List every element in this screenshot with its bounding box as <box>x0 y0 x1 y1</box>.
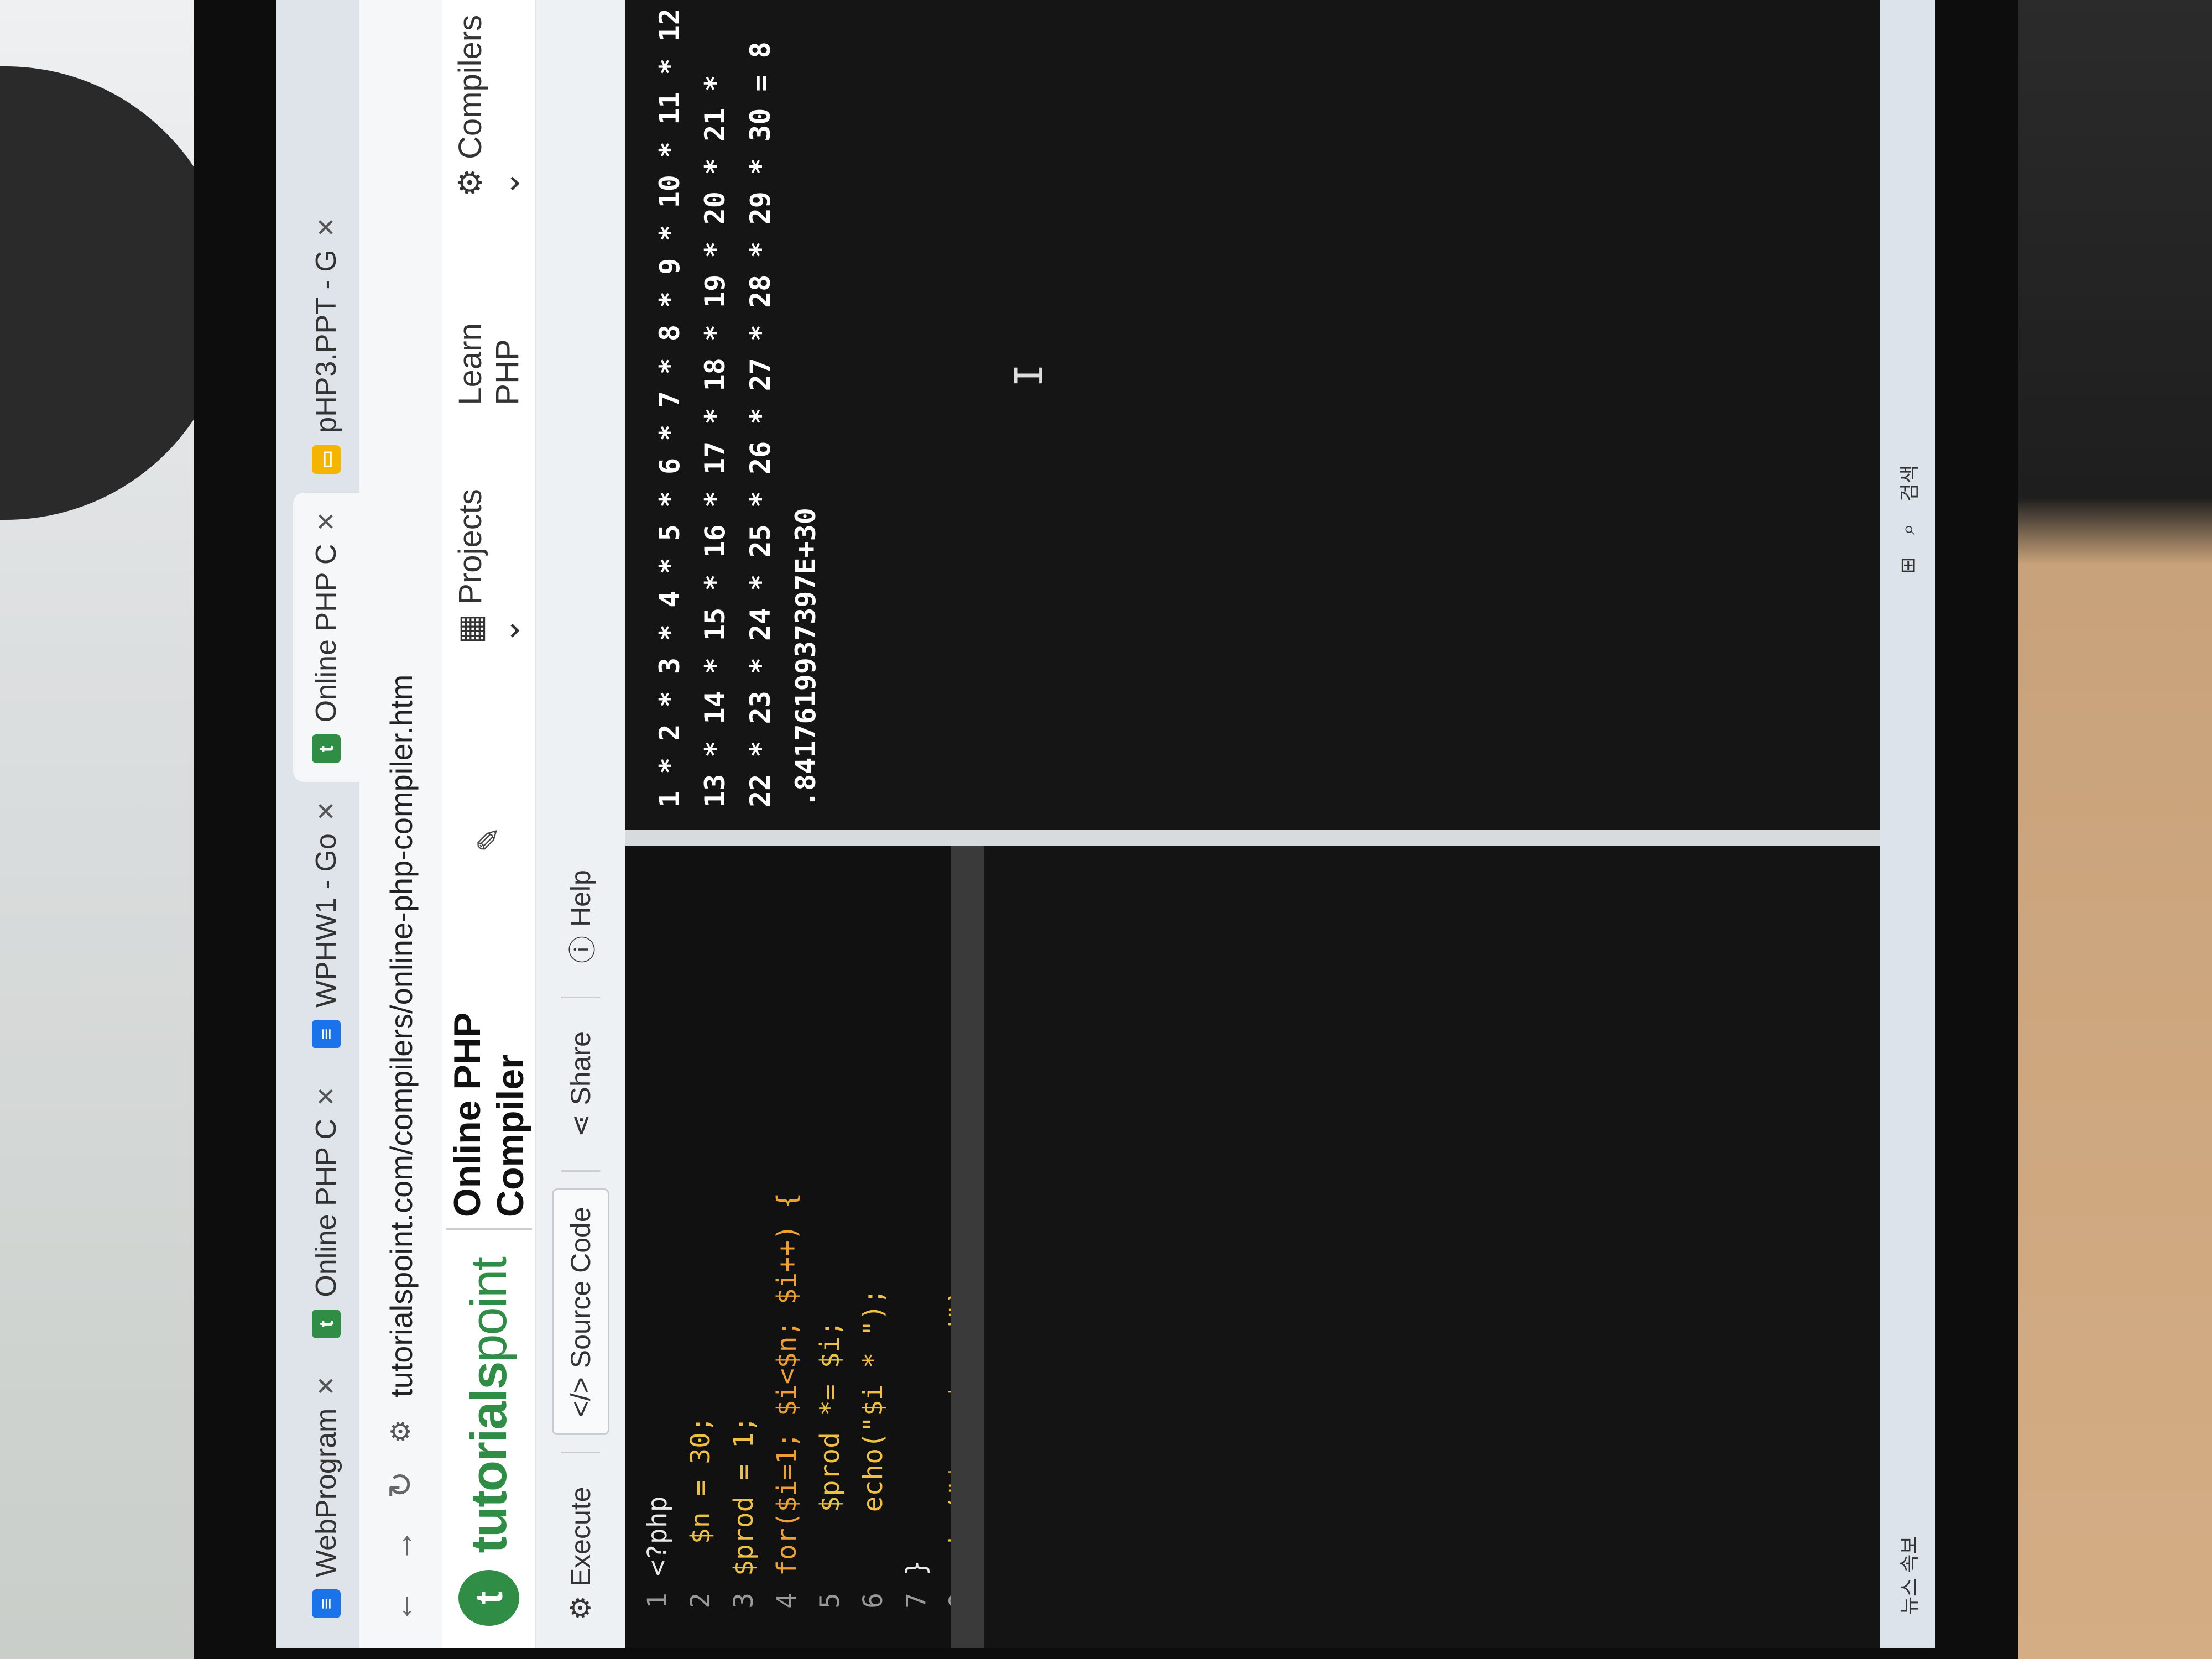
close-icon[interactable]: ✕ <box>312 1086 341 1107</box>
line-number: 7 <box>901 1593 932 1609</box>
tab-webprogram[interactable]: ≡ WebProgram ✕ <box>293 1357 359 1637</box>
output-line: .8417619937397E+30 <box>790 508 822 807</box>
help-button[interactable]: ⓘ Help <box>550 853 612 980</box>
taskbar-search[interactable]: 검색 <box>1893 465 1922 502</box>
output-line: 1 * 2 * 3 * 4 * 5 * 6 * 7 * 8 * 9 * 10 *… <box>654 0 686 807</box>
background-desk-right <box>2002 0 2212 1659</box>
page-title: Online PHP Compiler <box>446 869 532 1230</box>
output-line: 13 * 14 * 15 * 16 * 17 * 18 * 19 * 20 * … <box>699 75 731 807</box>
close-icon[interactable]: ✕ <box>312 512 341 532</box>
line-code: echo("$i * "); <box>858 1288 889 1576</box>
close-icon[interactable]: ✕ <box>312 801 341 821</box>
stdin-area[interactable] <box>984 846 1936 1648</box>
windows-start-icon[interactable]: ⊞ <box>1896 557 1919 573</box>
docs-icon: ≡ <box>312 1589 341 1618</box>
code-line: 5 $prod *= $i; <box>808 1192 852 1631</box>
output-pane[interactable]: 1 * 2 * 3 * 4 * 5 * 6 * 7 * 8 * 9 * 10 *… <box>625 0 1936 830</box>
editor-scrollbar[interactable] <box>951 846 984 1648</box>
tab-online-php-1[interactable]: t Online PHP C ✕ <box>293 1067 359 1357</box>
line-code: } <box>901 1560 932 1576</box>
tab-label: WPHW1 - Go <box>310 833 342 1008</box>
line-number: 5 <box>815 1593 846 1609</box>
docs-icon: ≡ <box>312 1020 341 1049</box>
screen-content: ≡ WebProgram ✕ t Online PHP C ✕ ≡ WPHW1 … <box>276 0 1936 1648</box>
site-logo[interactable]: tutorialspoint <box>460 1258 518 1553</box>
line-number: 4 <box>771 1593 802 1609</box>
execute-button[interactable]: ⚙ Execute <box>554 1470 608 1637</box>
nav-compilers-label: Compilers <box>452 14 488 159</box>
nav-learn-php[interactable]: Learn PHP <box>452 263 526 405</box>
close-icon[interactable]: ✕ <box>312 217 341 237</box>
share-icon: ⋖ <box>565 1114 596 1138</box>
nav-projects-label: Projects <box>452 489 488 605</box>
line-number: 3 <box>728 1593 759 1609</box>
nav-projects[interactable]: ▦ Projects ⌄ <box>451 472 526 644</box>
tab-php3-ppt[interactable]: ▭ pHP3.PPT - G ✕ <box>293 198 359 492</box>
tutorialspoint-icon: t <box>312 1309 341 1338</box>
tab-label: pHP3.PPT - G <box>310 249 342 433</box>
share-button[interactable]: ⋖ Share <box>554 1015 608 1154</box>
tab-label: Online PHP C <box>310 1119 342 1297</box>
tutorialspoint-icon: t <box>312 734 341 764</box>
tab-label: Online PHP C <box>310 544 342 723</box>
text-cursor-icon: I <box>1006 363 1052 387</box>
code-line: 6 echo("$i * "); <box>852 1192 895 1631</box>
tab-bar: ≡ WebProgram ✕ t Online PHP C ✕ ≡ WPHW1 … <box>276 0 359 1648</box>
source-code-label: Source Code <box>565 1207 596 1369</box>
share-label: Share <box>565 1031 596 1105</box>
divider <box>561 1452 600 1454</box>
pane-divider[interactable] <box>625 830 1936 846</box>
line-code: $n = 30; <box>685 1416 716 1576</box>
address-bar: ← → ↻ ⚙ tutorialspoint.com/compilers/onl… <box>359 0 442 1648</box>
tab-wphw1[interactable]: ≡ WPHW1 - Go ✕ <box>293 782 359 1067</box>
output-line: 22 * 23 * 24 * 25 * 26 * 27 * 28 * 29 * … <box>744 41 776 807</box>
forward-icon[interactable]: → <box>382 1526 420 1565</box>
editor-code-area[interactable]: 1 <?php 2 $n = 30; 3 $prod = 1; 4 for($i=1;… <box>625 846 1061 1648</box>
help-icon: ⓘ <box>567 936 598 963</box>
url-text[interactable]: tutorialspoint.com/compilers/online-php-… <box>383 675 419 1397</box>
search-icon[interactable]: ⌕ <box>1896 524 1920 535</box>
news-widget[interactable]: 뉴스 속보 <box>1893 1536 1922 1615</box>
nav-compilers[interactable]: ⚙ Compilers ⌄ <box>451 0 526 197</box>
reload-icon[interactable]: ↻ <box>382 1465 420 1504</box>
code-line: 2 $n = 30; <box>679 1192 722 1631</box>
tab-online-php-2[interactable]: t Online PHP C ✕ <box>293 492 359 782</box>
code-line: 7} <box>895 1192 938 1631</box>
execute-label: Execute <box>565 1486 596 1587</box>
source-code-button[interactable]: </> Source Code <box>552 1188 609 1436</box>
line-number: 2 <box>685 1593 716 1609</box>
code-editor[interactable]: 1 <?php 2 $n = 30; 3 $prod = 1; 4 for($i=1;… <box>625 846 1936 1648</box>
close-icon[interactable]: ✕ <box>312 1376 341 1396</box>
compiler-toolbar: ⚙ Execute </> Source Code ⋖ Share ⓘ Help <box>536 0 625 1648</box>
line-code: $prod *= $i; <box>815 1320 846 1576</box>
logo-bold: tutorials <box>460 1362 517 1553</box>
line-code: $prod = 1; <box>728 1416 759 1576</box>
tutorialspoint-logo-icon[interactable]: t <box>458 1569 519 1626</box>
line-number: 6 <box>858 1593 889 1609</box>
output-text: 1 * 2 * 3 * 4 * 5 * 6 * 7 * 8 * 9 * 10 *… <box>647 0 828 807</box>
site-settings-icon[interactable]: ⚙ <box>385 1420 416 1443</box>
code-icon: </> <box>565 1377 596 1417</box>
gears-icon: ⚙ <box>565 1595 596 1620</box>
line-code: for($i=1; $i<$n; $i++) { <box>771 1192 802 1576</box>
logo-thin: point <box>460 1258 517 1363</box>
line-number: 1 <box>642 1593 673 1609</box>
help-label: Help <box>565 870 596 927</box>
tab-label: WebProgram <box>310 1408 342 1577</box>
slides-icon: ▭ <box>312 445 341 474</box>
site-header: t tutorialspoint Online PHP Compiler ✎ ▦… <box>442 0 536 1648</box>
edit-icon[interactable]: ✎ <box>471 827 507 853</box>
code-line: 4 for($i=1; $i<$n; $i++) { <box>765 1192 808 1631</box>
divider <box>561 1170 600 1172</box>
code-line: 1 <?php <box>636 1192 679 1631</box>
taskbar: 뉴스 속보 ⊞ ⌕ 검색 <box>1880 0 1936 1648</box>
screen: ≡ WebProgram ✕ t Online PHP C ✕ ≡ WPHW1 … <box>276 0 1936 1648</box>
line-code: <?php <box>642 1496 673 1577</box>
code-line: 3 $prod = 1; <box>722 1192 765 1631</box>
divider <box>561 997 600 998</box>
site-nav: ▦ Projects ⌄ Learn PHP ⚙ Compilers ⌄ <box>451 0 526 644</box>
back-icon[interactable]: ← <box>382 1587 420 1626</box>
